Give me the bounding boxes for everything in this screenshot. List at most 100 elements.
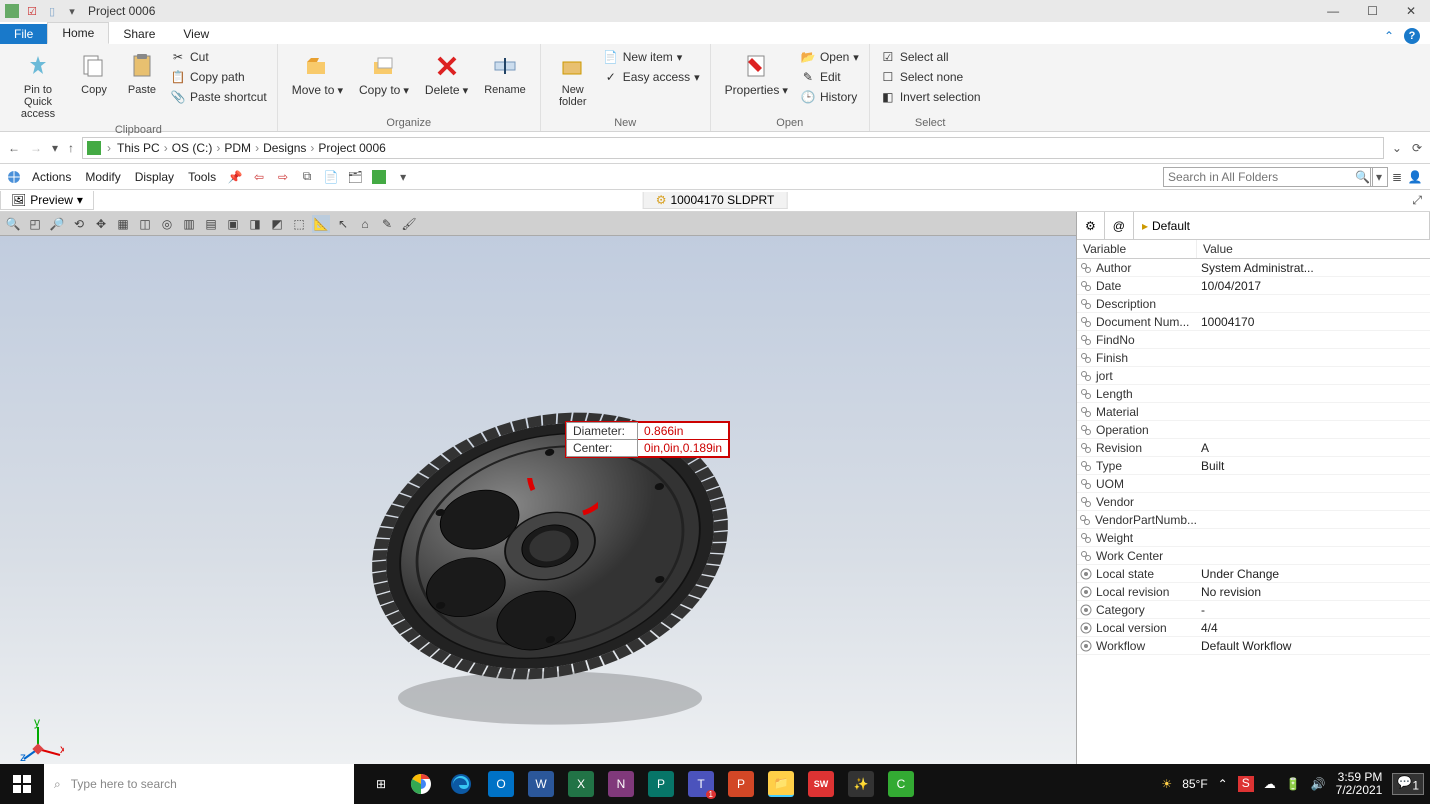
view-shaded-icon[interactable]: ▣ xyxy=(224,215,242,233)
app-icon[interactable]: ✨ xyxy=(848,771,874,797)
easy-access-button[interactable]: ✓Easy access ▾ xyxy=(601,68,702,86)
preview-dropdown-icon[interactable]: ▾ xyxy=(77,193,83,207)
copy-to-button[interactable]: Copy to ▾ xyxy=(353,48,415,99)
history-button[interactable]: 🕒History xyxy=(798,88,861,106)
prop-row-vendor[interactable]: Vendor xyxy=(1077,493,1430,511)
select-none-button[interactable]: ☐Select none xyxy=(878,68,983,86)
view-iso-icon[interactable]: ⬚ xyxy=(290,215,308,233)
up-button[interactable]: ↑ xyxy=(68,141,74,155)
crumb-4[interactable]: Project 0006 xyxy=(318,141,385,155)
prop-row-type[interactable]: TypeBuilt xyxy=(1077,457,1430,475)
checkout-icon[interactable]: ⇨ xyxy=(274,168,292,186)
brush-icon[interactable]: 🖌 xyxy=(400,215,418,233)
prop-row-description[interactable]: Description xyxy=(1077,295,1430,313)
zoom-fit-icon[interactable]: 🔍 xyxy=(4,215,22,233)
word-icon[interactable]: W xyxy=(528,771,554,797)
tab-view[interactable]: View xyxy=(169,24,223,44)
prop-row-local-version[interactable]: Local version4/4 xyxy=(1077,619,1430,637)
view-box-1-icon[interactable]: ▦ xyxy=(114,215,132,233)
edge-icon[interactable] xyxy=(448,771,474,797)
tray-app-icon[interactable]: S xyxy=(1238,776,1254,792)
view-persp-icon[interactable]: ◩ xyxy=(268,215,286,233)
prop-row-workflow[interactable]: WorkflowDefault Workflow xyxy=(1077,637,1430,655)
actions-menu[interactable]: Actions xyxy=(28,170,75,184)
view-hidden-icon[interactable]: ▤ xyxy=(202,215,220,233)
prop-row-document-num-[interactable]: Document Num...10004170 xyxy=(1077,313,1430,331)
qat-icon[interactable]: ▯ xyxy=(44,3,60,19)
modify-menu[interactable]: Modify xyxy=(81,170,124,184)
prop-row-date[interactable]: Date10/04/2017 xyxy=(1077,277,1430,295)
onenote-icon[interactable]: N xyxy=(608,771,634,797)
tab-share[interactable]: Share xyxy=(109,24,169,44)
search-icon[interactable]: 🔍 xyxy=(1355,170,1370,184)
prop-row-author[interactable]: AuthorSystem Administrat... xyxy=(1077,259,1430,277)
move-to-button[interactable]: Move to ▾ xyxy=(286,48,349,99)
view-wire-icon[interactable]: ▥ xyxy=(180,215,198,233)
rotate-icon[interactable]: ⟲ xyxy=(70,215,88,233)
props-body[interactable]: AuthorSystem Administrat...Date10/04/201… xyxy=(1077,259,1430,767)
prop-row-local-revision[interactable]: Local revisionNo revision xyxy=(1077,583,1430,601)
preview-tab[interactable]: 🖼 Preview ▾ xyxy=(0,191,94,210)
edit-button[interactable]: ✎Edit xyxy=(798,68,861,86)
close-button[interactable]: ✕ xyxy=(1406,4,1416,18)
checkin-icon[interactable]: ⇦ xyxy=(250,168,268,186)
prop-row-finish[interactable]: Finish xyxy=(1077,349,1430,367)
breadcrumb-bar[interactable]: › This PCOS (C:)PDMDesignsProject 0006 xyxy=(82,137,1384,159)
solidworks-icon[interactable]: SW xyxy=(808,771,834,797)
user-icon[interactable]: 👤 xyxy=(1406,168,1424,186)
prop-row-vendorpartnumb-[interactable]: VendorPartNumb... xyxy=(1077,511,1430,529)
teams-icon[interactable]: T1 xyxy=(688,771,714,797)
battery-icon[interactable]: 🔋 xyxy=(1286,777,1301,791)
rename-button[interactable]: Rename xyxy=(478,48,532,98)
open-button[interactable]: 📂Open ▾ xyxy=(798,48,861,66)
ribbon-collapse-icon[interactable]: ⌃ xyxy=(1384,29,1394,43)
filter-icon[interactable]: ≣ xyxy=(1388,168,1406,186)
home-icon[interactable]: ⌂ xyxy=(356,215,374,233)
copy-button[interactable]: Copy xyxy=(72,48,116,98)
card-icon[interactable]: 🗂 xyxy=(346,168,364,186)
tray-chevron-icon[interactable]: ⌃ xyxy=(1218,777,1228,791)
prop-row-category[interactable]: Category- xyxy=(1077,601,1430,619)
tab-home[interactable]: Home xyxy=(47,22,109,44)
new-folder-button[interactable]: New folder xyxy=(549,48,597,110)
prop-row-uom[interactable]: UOM xyxy=(1077,475,1430,493)
new-item-button[interactable]: 📄New item ▾ xyxy=(601,48,702,66)
view-sphere-icon[interactable]: ◎ xyxy=(158,215,176,233)
start-button[interactable] xyxy=(0,764,44,804)
cursor-icon[interactable]: ↖ xyxy=(334,215,352,233)
taskbar-search[interactable]: ⌕ Type here to search xyxy=(44,764,354,804)
camtasia-icon[interactable]: C xyxy=(888,771,914,797)
prop-row-findno[interactable]: FindNo xyxy=(1077,331,1430,349)
getversion-icon[interactable]: 📄 xyxy=(322,168,340,186)
pan-icon[interactable]: ✥ xyxy=(92,215,110,233)
forward-button[interactable]: → xyxy=(30,141,42,155)
props-tab-default[interactable]: ▸ Default xyxy=(1134,212,1430,239)
explorer-icon[interactable]: 📁 xyxy=(768,771,794,797)
refresh-button[interactable]: ⟳ xyxy=(1412,141,1422,155)
pin-icon[interactable]: 📌 xyxy=(226,168,244,186)
publisher-icon[interactable]: P xyxy=(648,771,674,797)
powerpoint-icon[interactable]: P xyxy=(728,771,754,797)
clock[interactable]: 3:59 PM 7/2/2021 xyxy=(1336,771,1383,797)
view-box-2-icon[interactable]: ◫ xyxy=(136,215,154,233)
pencil-icon[interactable]: ✎ xyxy=(378,215,396,233)
maximize-button[interactable]: ☐ xyxy=(1367,4,1378,18)
notification-icon[interactable]: 💬1 xyxy=(1392,773,1424,794)
crumb-0[interactable]: This PC xyxy=(117,141,160,155)
canvas[interactable]: Diameter: 0.866in Center: 0in,0in,0.189i… xyxy=(0,236,1076,767)
paste-shortcut-button[interactable]: 📎Paste shortcut xyxy=(168,88,269,106)
vault-search[interactable]: 🔍 ▾ ≣ 👤 xyxy=(1163,167,1424,187)
tab-file[interactable]: File xyxy=(0,24,47,44)
minimize-button[interactable]: — xyxy=(1327,4,1339,18)
tools-menu[interactable]: Tools xyxy=(184,170,220,184)
view-section-icon[interactable]: ◨ xyxy=(246,215,264,233)
back-button[interactable]: ← xyxy=(8,141,20,155)
properties-button[interactable]: Properties ▾ xyxy=(719,48,794,99)
volume-icon[interactable]: 🔊 xyxy=(1311,777,1326,791)
cut-button[interactable]: ✂Cut xyxy=(168,48,269,66)
addr-dropdown-icon[interactable]: ⌄ xyxy=(1392,141,1402,155)
qat-dropdown-icon[interactable]: ▾ xyxy=(64,3,80,19)
paste-button[interactable]: Paste xyxy=(120,48,164,98)
select-all-button[interactable]: ☑Select all xyxy=(878,48,983,66)
taskview-icon[interactable]: ⊞ xyxy=(368,771,394,797)
